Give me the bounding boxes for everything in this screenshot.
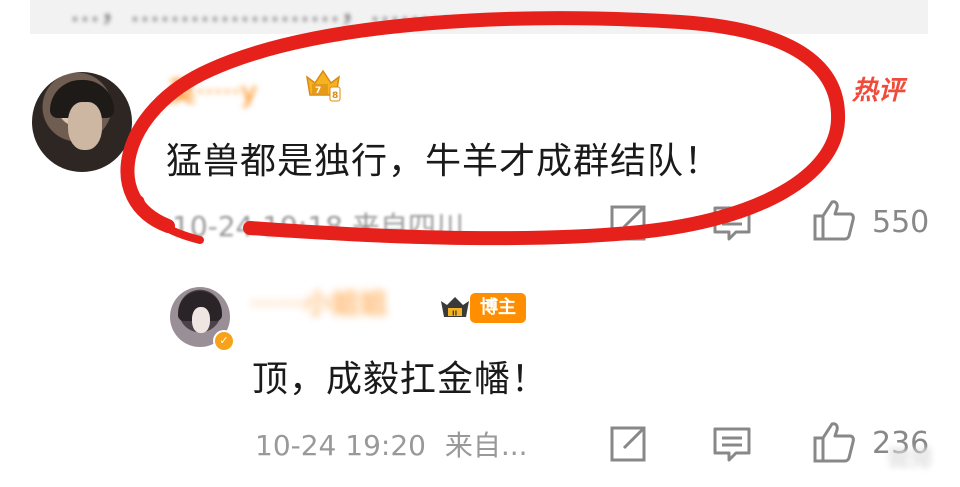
comment-icon[interactable] <box>712 424 752 464</box>
comment-username[interactable]: 莫·····y <box>168 70 257 110</box>
reply-time: 10-24 19:20 <box>255 429 426 462</box>
vip-crown-icon: 7 8 <box>305 69 341 102</box>
reply-source: 来自... <box>444 429 528 462</box>
comment-text: 猛兽都是独行，牛羊才成群结队！ <box>166 141 722 182</box>
comment-icon[interactable] <box>712 203 752 243</box>
svg-text:7: 7 <box>315 86 321 96</box>
thumbs-up-icon[interactable] <box>812 198 856 242</box>
blogger-badge: 博主 <box>470 293 526 323</box>
hot-comment-tag: 热评 <box>852 76 905 106</box>
verified-icon: ✓ <box>213 330 235 352</box>
quoted-post-strip: …，…………………，……… <box>30 0 928 34</box>
share-icon[interactable] <box>608 424 648 464</box>
level-badge-icon: II <box>441 297 469 318</box>
share-icon[interactable] <box>608 203 648 243</box>
reply-username[interactable]: ······小姐姐 <box>250 282 387 322</box>
reply-text: 顶，成毅扛金幡！ <box>252 359 549 400</box>
comment-meta: 10-24 19:18 来自四川 <box>172 210 464 243</box>
watermark: 微博 <box>887 447 932 472</box>
svg-text:II: II <box>452 310 457 318</box>
quoted-post-text: …，…………………，……… <box>70 0 460 29</box>
avatar[interactable] <box>32 72 132 172</box>
svg-text:8: 8 <box>332 91 338 101</box>
like-count: 550 <box>872 205 930 240</box>
red-highlight-ellipse <box>120 11 846 246</box>
thumbs-up-icon[interactable] <box>812 420 856 464</box>
reply-meta: 10-24 19:20 来自... <box>255 424 528 464</box>
